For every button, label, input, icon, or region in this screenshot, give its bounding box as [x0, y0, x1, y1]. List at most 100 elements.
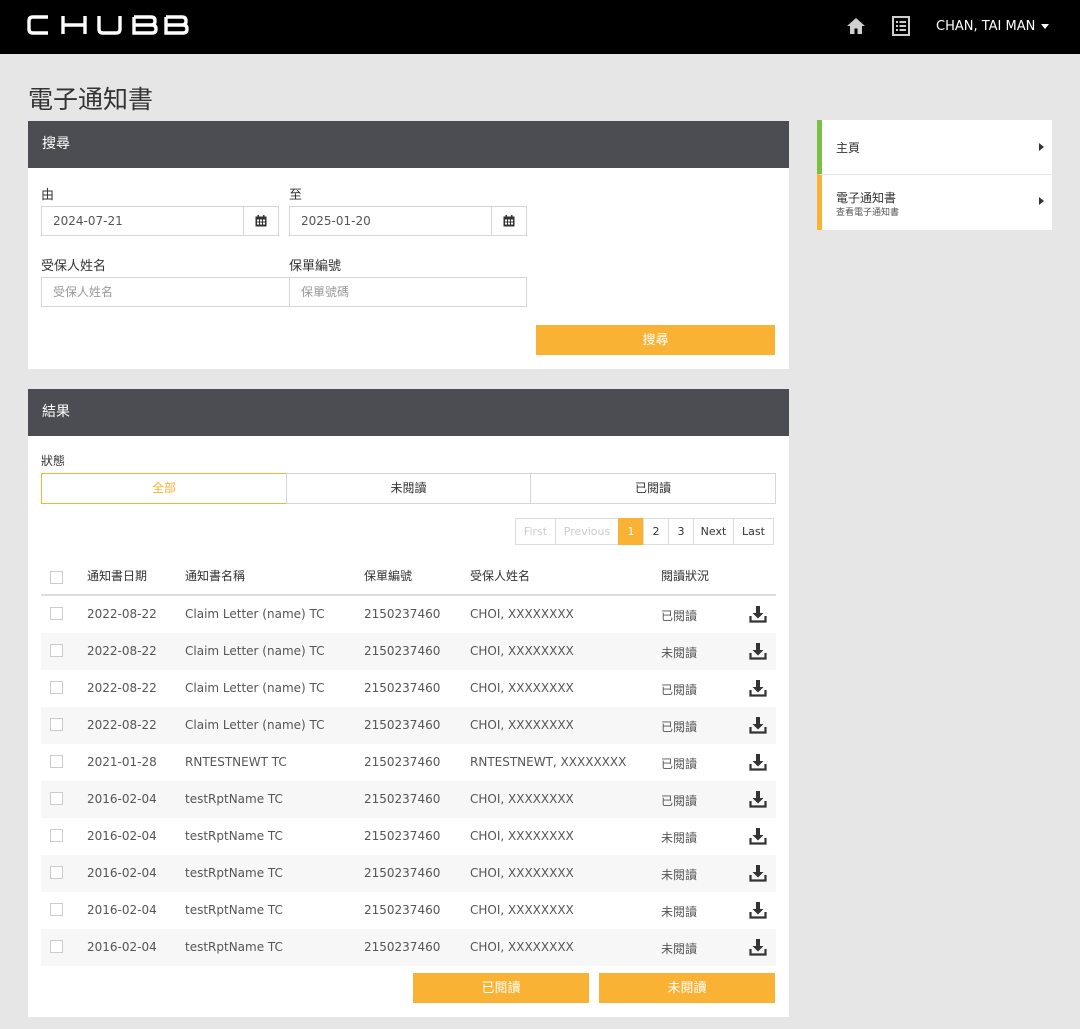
row-checkbox[interactable] [50, 792, 63, 805]
table-row: 2021-01-28 RNTESTNEWT TC 2150237460 RNTESTN… [41, 744, 776, 781]
to-calendar-button[interactable] [491, 206, 527, 236]
notice-name: RNTESTNEWT TC [185, 755, 287, 769]
status-label: 狀態 [41, 454, 66, 468]
row-checkbox[interactable] [50, 644, 63, 657]
pagination-page-1[interactable]: 1 [618, 518, 644, 545]
read-status: 已閱讀 [661, 757, 698, 771]
pagination-next[interactable]: Next [693, 518, 734, 545]
top-navigation-bar: CHAN, TAI MAN [0, 0, 1080, 54]
notice-date: 2022-08-22 [87, 644, 157, 658]
table-row: 2022-08-22 Claim Letter (name) TC 21502374… [41, 707, 776, 744]
download-icon[interactable] [749, 679, 767, 701]
row-checkbox[interactable] [50, 755, 63, 768]
row-checkbox[interactable] [50, 718, 63, 731]
policy-number-placeholder: 保單號碼 [301, 285, 350, 299]
read-status: 未閱讀 [661, 868, 698, 882]
download-icon[interactable] [749, 864, 767, 886]
tab-read[interactable]: 已閱讀 [530, 473, 776, 504]
insured-name-input[interactable]: 受保人姓名 [41, 277, 293, 307]
mark-unread-button[interactable]: 未閱讀 [599, 973, 775, 1003]
pagination-last[interactable]: Last [733, 518, 774, 545]
insured-name: RNTESTNEWT, XXXXXXXX [470, 755, 627, 769]
download-icon[interactable] [749, 790, 767, 812]
tab-all[interactable]: 全部 [41, 473, 287, 504]
pagination-previous[interactable]: Previous [555, 518, 619, 545]
insured-name: CHOI, XXXXXXXX [470, 607, 574, 621]
insured-name: CHOI, XXXXXXXX [470, 718, 574, 732]
notice-name: testRptName TC [185, 903, 283, 917]
download-icon-glyph [749, 643, 767, 660]
to-date-input[interactable]: 2025-01-20 [289, 206, 527, 236]
notice-date: 2022-08-22 [87, 718, 157, 732]
read-status: 未閱讀 [661, 646, 698, 660]
sidebar: 主頁 電子通知書 查看電子通知書 [817, 120, 1052, 230]
calendar-icon [503, 215, 515, 227]
col-notice-date: 通知書日期 [87, 569, 148, 583]
read-status: 已閱讀 [661, 683, 698, 697]
select-all-checkbox[interactable] [50, 571, 63, 584]
read-status: 未閱讀 [661, 905, 698, 919]
download-icon-glyph [749, 754, 767, 771]
notice-name: Claim Letter (name) TC [185, 644, 325, 658]
from-calendar-button[interactable] [243, 206, 279, 236]
policy-number: 2150237460 [364, 829, 441, 843]
tab-unread[interactable]: 未閱讀 [286, 473, 531, 504]
notice-date: 2016-02-04 [87, 792, 157, 806]
download-icon[interactable] [749, 753, 767, 775]
download-icon[interactable] [749, 642, 767, 664]
policy-number: 2150237460 [364, 903, 441, 917]
chubb-logo[interactable] [27, 14, 189, 40]
home-icon[interactable] [846, 16, 866, 40]
row-checkbox[interactable] [50, 866, 63, 879]
to-label: 至 [289, 188, 303, 203]
results-panel: 結果 狀態 全部 未閱讀 已閱讀 First Previous 1 2 3 Ne… [28, 389, 789, 1017]
notice-name: testRptName TC [185, 866, 283, 880]
pagination-first[interactable]: First [515, 518, 556, 545]
insured-name-label: 受保人姓名 [41, 259, 107, 274]
download-icon[interactable] [749, 827, 767, 849]
pagination-page-2[interactable]: 2 [643, 518, 669, 545]
search-button[interactable]: 搜尋 [536, 325, 775, 355]
row-checkbox[interactable] [50, 681, 63, 694]
insured-name-placeholder: 受保人姓名 [53, 285, 114, 299]
pagination-page-3[interactable]: 3 [668, 518, 694, 545]
sidebar-item-e-notices[interactable]: 電子通知書 查看電子通知書 [817, 174, 1052, 230]
insured-name: CHOI, XXXXXXXX [470, 903, 574, 917]
download-icon[interactable] [749, 938, 767, 960]
download-icon[interactable] [749, 605, 767, 627]
col-notice-name: 通知書名稱 [185, 569, 246, 583]
notice-date: 2021-01-28 [87, 755, 157, 769]
notice-name: testRptName TC [185, 829, 283, 843]
col-insured-name: 受保人姓名 [470, 569, 531, 583]
row-checkbox[interactable] [50, 940, 63, 953]
policy-number: 2150237460 [364, 644, 441, 658]
user-menu[interactable]: CHAN, TAI MAN [936, 19, 1050, 34]
page-title: 電子通知書 [28, 85, 154, 114]
row-checkbox[interactable] [50, 903, 63, 916]
pagination: First Previous 1 2 3 Next Last [515, 518, 774, 545]
from-date-input[interactable]: 2024-07-21 [41, 206, 279, 236]
to-date-value: 2025-01-20 [301, 214, 371, 228]
notice-name: testRptName TC [185, 940, 283, 954]
policy-number: 2150237460 [364, 607, 441, 621]
notice-name: Claim Letter (name) TC [185, 681, 325, 695]
table-row: 2022-08-22 Claim Letter (name) TC 21502374… [41, 596, 776, 633]
download-icon-glyph [749, 939, 767, 956]
download-icon-glyph [749, 865, 767, 882]
policy-number-input[interactable]: 保單號碼 [289, 277, 527, 307]
table-row: 2016-02-04 testRptName TC 2150237460 CHOI, … [41, 781, 776, 818]
caret-down-icon [1041, 24, 1050, 29]
policy-number: 2150237460 [364, 866, 441, 880]
download-icon[interactable] [749, 901, 767, 923]
row-checkbox[interactable] [50, 607, 63, 620]
download-icon-glyph [749, 828, 767, 845]
sidebar-item-home[interactable]: 主頁 [817, 120, 1052, 174]
download-icon[interactable] [749, 716, 767, 738]
sidebar-item-e-notices-subtitle: 查看電子通知書 [836, 208, 900, 218]
row-checkbox[interactable] [50, 829, 63, 842]
mark-read-button[interactable]: 已閱讀 [413, 973, 589, 1003]
results-panel-title: 結果 [28, 389, 789, 436]
col-policy-number: 保單編號 [364, 569, 413, 583]
document-list-icon[interactable] [892, 16, 910, 40]
notice-date: 2022-08-22 [87, 607, 157, 621]
